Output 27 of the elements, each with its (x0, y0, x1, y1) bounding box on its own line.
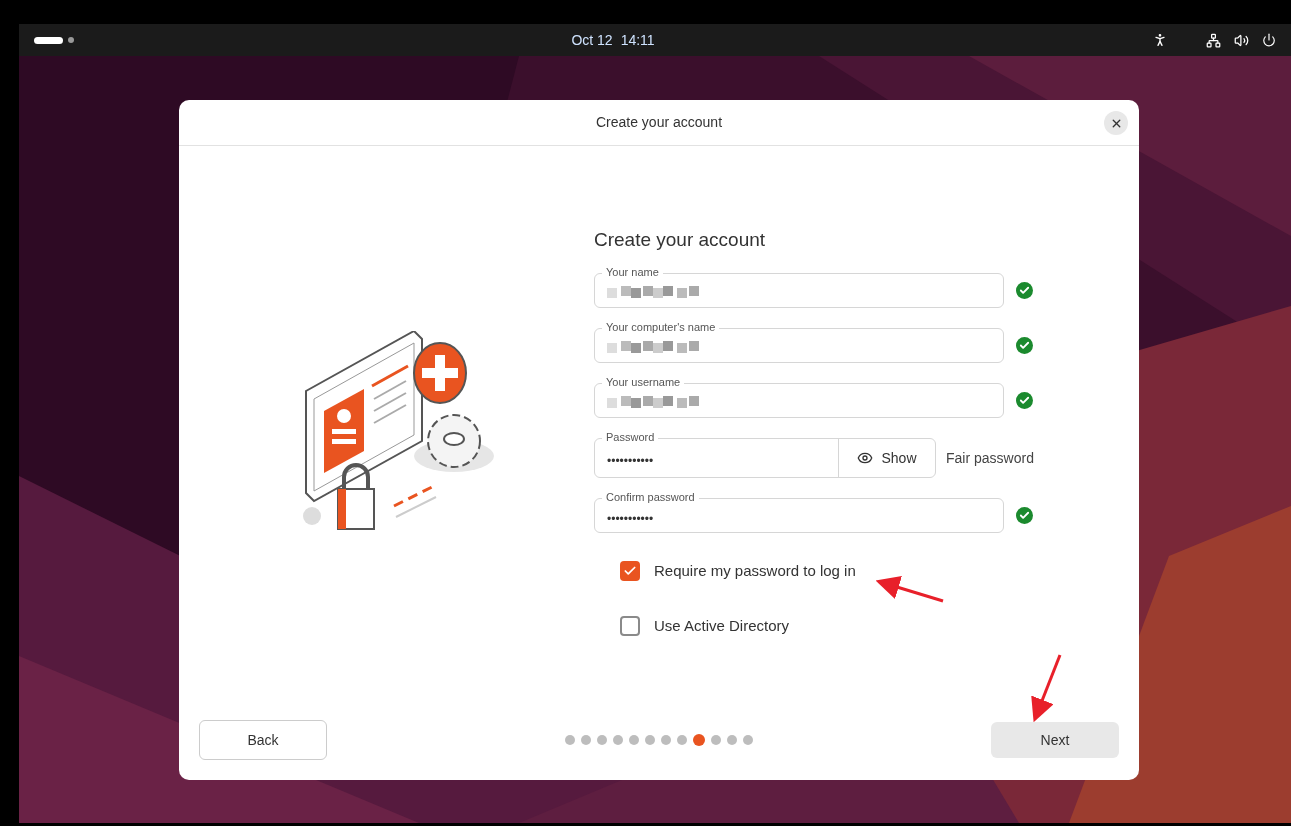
annotation-arrow (1031, 654, 1062, 723)
form-heading: Create your account (594, 228, 767, 252)
close-button[interactable] (1104, 111, 1128, 135)
accessibility-icon[interactable] (1152, 32, 1168, 48)
eye-icon (857, 450, 874, 466)
workspace-pill-icon[interactable] (34, 36, 63, 44)
password-value: ••••••••••• (607, 511, 654, 526)
checkbox-label: Require my password to log in (654, 561, 856, 581)
field-label: Confirm password (602, 490, 699, 504)
field-label: Your name (602, 265, 663, 279)
field-label: Your computer's name (602, 320, 720, 334)
clock[interactable]: Oct 12 14:11 (571, 29, 655, 51)
field-label: Password (602, 430, 659, 444)
annotation-arrow (875, 576, 944, 603)
network-icon[interactable] (1206, 32, 1221, 48)
password-strength: Fair password (946, 448, 1034, 468)
back-button[interactable]: Back (199, 720, 327, 760)
field-label: Your username (602, 375, 685, 389)
checkbox[interactable] (620, 561, 640, 582)
checkbox[interactable] (620, 615, 640, 636)
next-button[interactable]: Next (991, 722, 1119, 758)
password-value: ••••••••••• (607, 454, 654, 468)
show-password-button[interactable]: Show (838, 439, 935, 477)
power-icon[interactable] (1262, 33, 1276, 47)
checkbox-label: Use Active Directory (654, 615, 790, 636)
window-title: Create your account (595, 113, 723, 132)
volume-icon[interactable] (1234, 32, 1249, 48)
